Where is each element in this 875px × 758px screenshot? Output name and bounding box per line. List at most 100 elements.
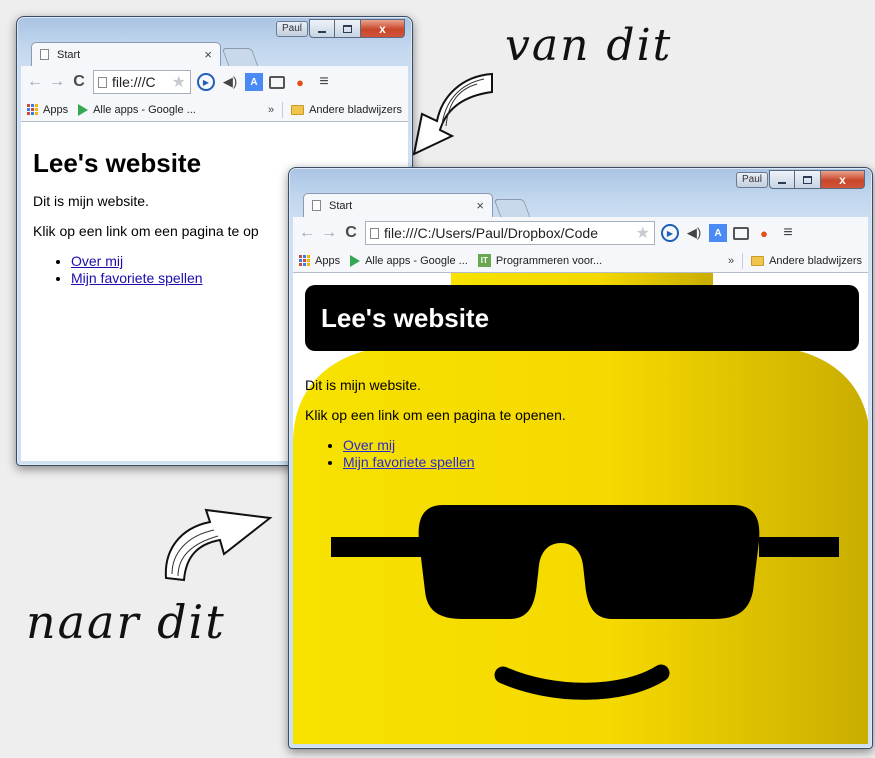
back-icon[interactable]: ←: [299, 224, 315, 242]
page-header-bar: Lee's website: [305, 285, 859, 351]
menu-icon[interactable]: ≡: [315, 73, 333, 91]
forward-icon[interactable]: →: [321, 224, 337, 242]
page-content: Dit is mijn website. Klik op een link om…: [305, 363, 566, 471]
close-window-button[interactable]: x: [821, 170, 865, 189]
page-icon: [370, 227, 379, 239]
maximize-button[interactable]: [795, 170, 821, 189]
list-item: Over mij: [343, 437, 566, 453]
user-badge[interactable]: Paul: [735, 172, 768, 188]
bookmark-alle-apps[interactable]: Alle apps - Google ...: [78, 103, 196, 116]
fire-extension-icon[interactable]: ●: [291, 73, 309, 91]
it-icon: IT: [477, 254, 491, 267]
hand-drawn-arrow-bottom: [164, 508, 273, 582]
apps-grid-icon: [27, 104, 38, 115]
browser-window-after: Paul x Start × ← → C file:///C:/Users/Pa…: [288, 167, 873, 749]
page-icon: [40, 49, 49, 60]
maximize-button[interactable]: [335, 19, 361, 38]
tab-start[interactable]: Start ×: [303, 193, 493, 217]
bookmarks-bar: Apps Alle apps - Google ... » Andere bla…: [21, 98, 408, 122]
apps-grid-icon: [299, 255, 310, 266]
bookmark-label: Alle apps - Google ...: [365, 254, 468, 267]
play-store-icon: [78, 103, 89, 116]
divider: [742, 252, 744, 269]
bookmark-star-icon[interactable]: ★: [172, 72, 186, 92]
reload-icon[interactable]: C: [71, 73, 87, 91]
tab-close-icon[interactable]: ×: [476, 198, 484, 213]
bookmark-other-folder[interactable]: Andere bladwijzers: [751, 255, 862, 267]
fire-extension-icon[interactable]: ●: [755, 224, 773, 242]
minimize-button[interactable]: [769, 170, 795, 189]
minimize-icon: [778, 181, 786, 184]
sunglasses: [418, 505, 760, 619]
bookmarks-right: » Andere bladwijzers: [728, 252, 862, 269]
close-window-button[interactable]: x: [361, 19, 405, 38]
annotation-naar-dit: naar dit: [26, 595, 226, 649]
minimize-icon: [318, 30, 326, 33]
address-bar[interactable]: file:///C:/Users/Paul/Dropbox/Code ★: [365, 221, 655, 245]
bookmark-apps[interactable]: Apps: [27, 104, 68, 116]
divider: [282, 101, 284, 118]
new-tab-button[interactable]: [221, 48, 259, 66]
play-store-icon: [350, 254, 361, 267]
bookmark-label: Programmeren voor...: [495, 254, 603, 267]
user-badge[interactable]: Paul: [275, 21, 308, 37]
link-favoriete-spellen[interactable]: Mijn favoriete spellen: [71, 270, 203, 286]
translate-extension-icon[interactable]: A: [245, 73, 263, 91]
tab-start[interactable]: Start ×: [31, 42, 221, 66]
link-list: Over mij Mijn favoriete spellen: [343, 437, 566, 470]
speaker-extension-icon[interactable]: ◀): [685, 224, 703, 242]
folder-icon: [751, 255, 765, 266]
folder-icon: [291, 104, 305, 115]
bookmark-other-folder[interactable]: Andere bladwijzers: [291, 104, 402, 116]
address-bar[interactable]: file:///C ★: [93, 70, 191, 94]
bookmark-alle-apps[interactable]: Alle apps - Google ...: [350, 254, 468, 267]
url-text: file:///C: [112, 74, 156, 90]
url-text: file:///C:/Users/Paul/Dropbox/Code: [384, 225, 598, 241]
window-controls: x: [769, 170, 865, 189]
toolbar: ← → C file:///C ★ ▶ ◀) A ● ≡: [21, 66, 408, 98]
link-favoriete-spellen[interactable]: Mijn favoriete spellen: [343, 454, 475, 470]
speaker-extension-icon[interactable]: ◀): [221, 73, 239, 91]
tab-title: Start: [329, 199, 353, 212]
page-icon: [98, 76, 107, 88]
menu-icon[interactable]: ≡: [779, 224, 797, 242]
bookmarks-bar: Apps Alle apps - Google ... IT Programme…: [293, 249, 868, 273]
cast-icon[interactable]: [269, 75, 285, 89]
cast-icon[interactable]: [733, 226, 749, 240]
annotation-van-dit: van dit: [505, 20, 673, 71]
page-paragraph: Klik op een link om een pagina te openen…: [305, 407, 566, 423]
page-heading: Lee's website: [321, 303, 490, 333]
sunglasses-arm-right: [759, 537, 839, 557]
bookmark-label: Apps: [315, 254, 341, 267]
bookmark-apps[interactable]: Apps: [299, 255, 340, 267]
bookmark-label: Andere bladwijzers: [309, 103, 402, 116]
bookmark-star-icon[interactable]: ★: [636, 223, 650, 243]
reload-icon[interactable]: C: [343, 224, 359, 242]
link-over-mij[interactable]: Over mij: [71, 253, 123, 269]
link-over-mij[interactable]: Over mij: [343, 437, 395, 453]
page-viewport: Lee's website Dit is mijn website. Klik …: [293, 273, 868, 744]
maximize-icon: [343, 24, 352, 33]
maximize-icon: [803, 175, 812, 184]
translate-extension-icon[interactable]: A: [709, 224, 727, 242]
new-tab-button[interactable]: [493, 199, 531, 217]
page-icon: [312, 200, 321, 211]
bookmarks-overflow-button[interactable]: »: [268, 104, 274, 116]
bookmark-label: Alle apps - Google ...: [93, 103, 196, 116]
bookmark-programmeren[interactable]: IT Programmeren voor...: [477, 254, 603, 267]
bookmark-label: Apps: [43, 103, 69, 116]
list-item: Mijn favoriete spellen: [343, 454, 566, 470]
tab-title: Start: [57, 48, 81, 61]
back-icon[interactable]: ←: [27, 73, 43, 91]
tab-close-icon[interactable]: ×: [204, 47, 212, 62]
minimize-button[interactable]: [309, 19, 335, 38]
play-extension-icon[interactable]: ▶: [197, 73, 215, 91]
bookmark-label: Andere bladwijzers: [769, 254, 862, 267]
window-controls: x: [309, 19, 405, 38]
play-extension-icon[interactable]: ▶: [661, 224, 679, 242]
bookmarks-right: » Andere bladwijzers: [268, 101, 402, 118]
sunglasses-arm-left: [331, 537, 427, 557]
bookmarks-overflow-button[interactable]: »: [728, 255, 734, 267]
toolbar: ← → C file:///C:/Users/Paul/Dropbox/Code…: [293, 217, 868, 249]
forward-icon[interactable]: →: [49, 73, 65, 91]
